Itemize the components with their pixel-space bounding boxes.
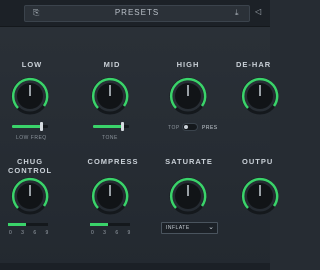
chug-gr-meter-fill [8,223,26,226]
output-label: OUTPU [242,157,274,166]
presets-label: PRESETS [114,8,160,17]
low-label: LOW [21,60,43,69]
toggle-pres-label: PRES [202,125,218,131]
chug-meter-ticks: 0 3 6 9 [9,230,53,236]
toggle-top-label: TOP [168,125,180,131]
chug-label-line1: CHUG [16,157,44,166]
download-icon[interactable]: ⤓ [235,9,239,17]
mid-knob[interactable] [90,76,130,116]
output-knob[interactable] [240,176,280,216]
compress-knob[interactable] [90,176,130,216]
tone-fill [93,125,122,128]
tone-thumb[interactable] [120,122,124,131]
top-pres-toggle[interactable] [182,123,198,131]
chug-label-line2: CONTROL [7,166,53,175]
saturate-mode-value: INFLATE [166,225,190,231]
chug-control-knob[interactable] [10,176,50,216]
presets-dropdown[interactable]: ⎘ PRESETS ⤓ [24,5,250,22]
compress-label: COMPRESS [87,157,139,166]
chevron-down-icon: ⌄ [208,224,214,231]
saturate-knob[interactable] [168,176,208,216]
saturate-mode-select[interactable]: INFLATE ⌄ [161,222,218,234]
deharsh-knob[interactable] [240,76,280,116]
back-icon[interactable]: ◁ [255,8,261,16]
low-knob[interactable] [10,76,50,116]
saturate-label: SATURATE [165,157,213,166]
compress-meter-ticks: 0 3 6 9 [91,230,135,236]
mid-label: MID [103,60,121,69]
low-freq-label: LOW FREQ [16,135,47,141]
top-bar: ⎘ PRESETS ⤓ ◁ [0,0,270,27]
tone-label: TONE [102,135,118,141]
compress-gr-meter [90,223,130,226]
compress-gr-meter-fill [90,223,108,226]
tone-slider[interactable] [93,122,129,131]
low-freq-slider[interactable] [12,122,48,131]
low-freq-fill [12,125,41,128]
high-label: HIGH [176,60,200,69]
high-knob[interactable] [168,76,208,116]
deharsh-label: DE-HAR [236,60,272,69]
chug-gr-meter [8,223,48,226]
low-freq-thumb[interactable] [39,122,43,131]
toggle-knob [184,125,188,129]
bottom-bar [0,263,270,270]
